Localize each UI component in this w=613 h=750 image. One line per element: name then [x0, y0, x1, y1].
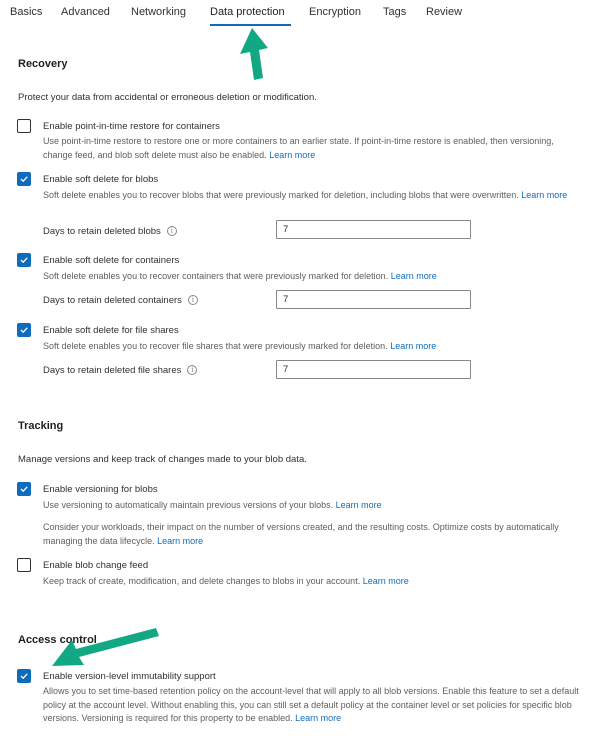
days-retain-containers-text: Days to retain deleted containers: [43, 295, 182, 306]
days-retain-file-shares-text: Days to retain deleted file shares: [43, 365, 182, 376]
tab-review[interactable]: Review: [426, 6, 462, 18]
soft-delete-blobs-label: Enable soft delete for blobs: [43, 174, 159, 185]
point-in-time-restore-label: Enable point-in-time restore for contain…: [43, 121, 220, 132]
change-feed-text: Keep track of create, modification, and …: [43, 576, 361, 586]
soft-delete-file-shares-checkbox[interactable]: [17, 323, 31, 337]
soft-delete-blobs-description: Soft delete enables you to recover blobs…: [43, 189, 583, 203]
versioning-cost-note: Consider your workloads, their impact on…: [43, 521, 583, 548]
checkmark-icon: [20, 257, 28, 264]
versioning-text: Use versioning to automatically maintain…: [43, 500, 334, 510]
soft-delete-blobs-text: Soft delete enables you to recover blobs…: [43, 190, 519, 200]
tab-networking[interactable]: Networking: [131, 6, 186, 18]
soft-delete-blobs-checkbox[interactable]: [17, 172, 31, 186]
tab-advanced[interactable]: Advanced: [61, 6, 110, 18]
tab-encryption[interactable]: Encryption: [309, 6, 361, 18]
days-retain-containers-label: Days to retain deleted containers i: [43, 295, 198, 306]
versioning-label: Enable versioning for blobs: [43, 484, 158, 495]
tab-basics[interactable]: Basics: [10, 6, 42, 18]
soft-delete-containers-description: Soft delete enables you to recover conta…: [43, 270, 583, 284]
info-icon[interactable]: i: [166, 226, 177, 237]
recovery-description: Protect your data from accidental or err…: [18, 92, 317, 103]
checkmark-icon: [20, 176, 28, 183]
point-in-time-restore-description: Use point-in-time restore to restore one…: [43, 135, 583, 162]
soft-delete-containers-text: Soft delete enables you to recover conta…: [43, 271, 389, 281]
info-icon[interactable]: i: [187, 365, 198, 376]
immutability-description: Allows you to set time-based retention p…: [43, 685, 583, 726]
learn-more-link[interactable]: Learn more: [521, 190, 567, 200]
soft-delete-containers-checkbox[interactable]: [17, 253, 31, 267]
learn-more-link[interactable]: Learn more: [295, 713, 341, 723]
checkmark-icon: [20, 486, 28, 493]
annotation-arrow-down-left-icon: [52, 628, 159, 666]
change-feed-description: Keep track of create, modification, and …: [43, 575, 583, 589]
tab-tags[interactable]: Tags: [383, 6, 406, 18]
days-retain-blobs-text: Days to retain deleted blobs: [43, 226, 161, 237]
immutability-checkbox[interactable]: [17, 669, 31, 683]
learn-more-link[interactable]: Learn more: [390, 341, 436, 351]
tracking-section-title: Tracking: [18, 420, 64, 432]
info-icon[interactable]: i: [187, 295, 198, 306]
tab-data-protection[interactable]: Data protection: [210, 6, 285, 18]
tracking-description: Manage versions and keep track of change…: [18, 454, 307, 465]
soft-delete-file-shares-description: Soft delete enables you to recover file …: [43, 340, 583, 354]
checkmark-icon: [20, 327, 28, 334]
learn-more-link[interactable]: Learn more: [391, 271, 437, 281]
soft-delete-file-shares-text: Soft delete enables you to recover file …: [43, 341, 388, 351]
learn-more-link[interactable]: Learn more: [157, 536, 203, 546]
versioning-checkbox[interactable]: [17, 482, 31, 496]
tab-bar: Basics Advanced Networking Data protecti…: [0, 0, 613, 30]
recovery-section-title: Recovery: [18, 58, 68, 70]
checkmark-icon: [20, 673, 28, 680]
days-retain-file-shares-label: Days to retain deleted file shares i: [43, 365, 198, 376]
days-retain-blobs-label: Days to retain deleted blobs i: [43, 226, 177, 237]
point-in-time-restore-checkbox[interactable]: [17, 119, 31, 133]
change-feed-checkbox[interactable]: [17, 558, 31, 572]
soft-delete-containers-label: Enable soft delete for containers: [43, 255, 180, 266]
soft-delete-file-shares-label: Enable soft delete for file shares: [43, 325, 179, 336]
days-retain-file-shares-input[interactable]: [276, 360, 471, 379]
learn-more-link[interactable]: Learn more: [269, 150, 315, 160]
versioning-note-text: Consider your workloads, their impact on…: [43, 522, 559, 546]
annotation-arrow-up-icon: [240, 28, 268, 80]
learn-more-link[interactable]: Learn more: [363, 576, 409, 586]
immutability-label: Enable version-level immutability suppor…: [43, 671, 216, 682]
days-retain-blobs-input[interactable]: [276, 220, 471, 239]
days-retain-containers-input[interactable]: [276, 290, 471, 309]
learn-more-link[interactable]: Learn more: [336, 500, 382, 510]
versioning-description: Use versioning to automatically maintain…: [43, 499, 583, 513]
change-feed-label: Enable blob change feed: [43, 560, 149, 571]
